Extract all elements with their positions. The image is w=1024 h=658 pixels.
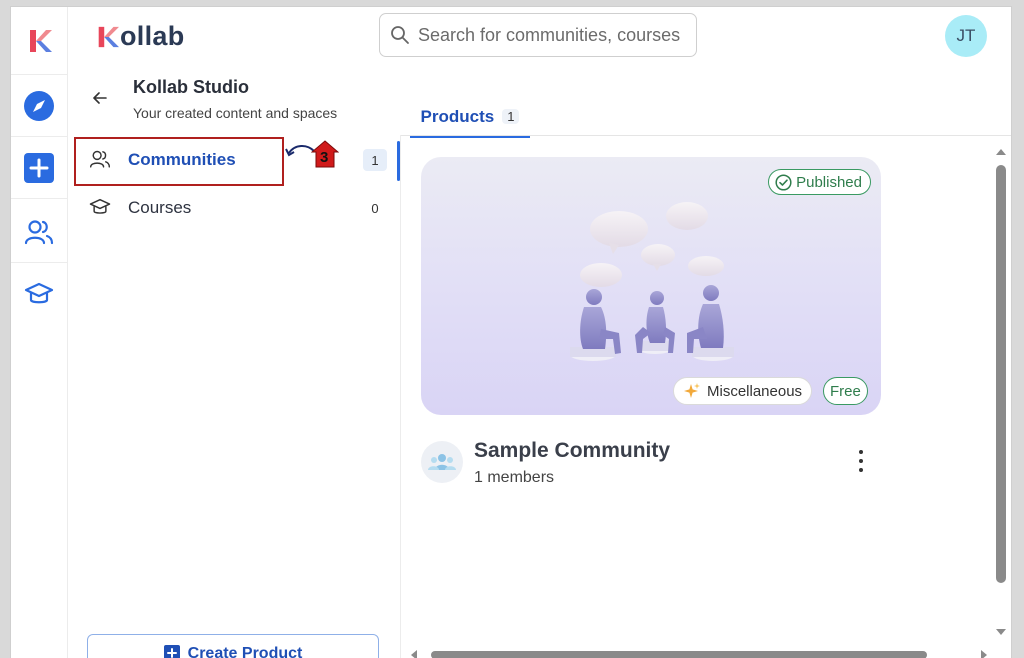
kebab-dot: [859, 468, 863, 472]
nav-item-count: 0: [371, 200, 379, 216]
tab-count: 1: [502, 109, 520, 124]
studio-subtitle: Your created content and spaces: [133, 105, 338, 121]
search-bar[interactable]: [379, 13, 697, 57]
back-button[interactable]: [93, 91, 107, 109]
group-icon: [428, 454, 456, 470]
community-avatar[interactable]: [421, 441, 463, 483]
scroll-down-icon: [996, 629, 1006, 635]
rail-courses[interactable]: [11, 263, 67, 325]
nav-item-label: Courses: [128, 198, 192, 217]
horizontal-scroll-thumb[interactable]: [431, 651, 927, 658]
compass-icon: [24, 90, 54, 121]
icon-rail: [11, 7, 68, 658]
status-badge-label: Published: [796, 173, 862, 191]
tab-divider: [401, 135, 1011, 136]
vertical-scrollbar[interactable]: [993, 145, 1009, 639]
search-input[interactable]: [416, 23, 690, 47]
graduation-cap-icon: [89, 198, 111, 214]
create-product-label: Create Product: [187, 645, 303, 658]
users-icon: [24, 219, 54, 244]
price-badge-label: Free: [830, 382, 861, 400]
tab-products[interactable]: Products 1: [410, 107, 530, 138]
vertical-scroll-thumb[interactable]: [996, 165, 1006, 583]
user-avatar[interactable]: JT: [945, 15, 987, 57]
nav-item-courses[interactable]: Courses 0: [75, 185, 401, 231]
kollab-logo-icon: [30, 29, 52, 52]
graduation-cap-icon: [24, 282, 54, 304]
scroll-left-icon: [411, 650, 417, 658]
scroll-right-icon: [981, 650, 987, 658]
arrow-left-icon: [93, 92, 107, 104]
category-badge: Miscellaneous: [673, 377, 813, 405]
studio-title: Kollab Studio: [133, 77, 249, 97]
kebab-dot: [859, 450, 863, 454]
price-badge: Free: [823, 377, 868, 405]
more-options-button[interactable]: [851, 447, 871, 475]
kebab-dot: [859, 459, 863, 463]
brand-logo-text: ollab: [120, 21, 185, 51]
sparkles-icon: [684, 383, 700, 398]
nav-item-count: 1: [363, 149, 387, 171]
horizontal-scrollbar[interactable]: [407, 647, 997, 658]
rail-create[interactable]: [11, 137, 67, 199]
category-badge-label: Miscellaneous: [707, 382, 803, 400]
rail-explore[interactable]: [11, 75, 67, 137]
community-illustration: [570, 202, 734, 361]
create-product-button[interactable]: Create Product: [87, 634, 379, 658]
annotation-highlight-box: [74, 137, 284, 186]
community-members-count: 1 members: [474, 469, 555, 486]
product-card-image[interactable]: Published Miscellaneous Free: [421, 157, 881, 415]
check-circle-icon: [775, 173, 792, 191]
plus-square-icon: [24, 152, 54, 183]
scroll-up-icon: [996, 149, 1006, 155]
app-window: ollab JT Kollab Studio Your created cont…: [10, 6, 1012, 658]
rail-logo[interactable]: [11, 7, 67, 75]
search-icon: [391, 26, 409, 44]
annotation-step-number: 3: [320, 149, 329, 166]
status-badge: Published: [768, 169, 871, 195]
brand-logo[interactable]: ollab: [95, 21, 185, 52]
community-name[interactable]: Sample Community: [474, 439, 670, 463]
rail-communities[interactable]: [11, 201, 67, 263]
plus-square-icon: [163, 645, 180, 658]
kollab-logo-icon: [98, 26, 119, 47]
panel-divider: [400, 135, 401, 658]
tab-label: Products: [420, 107, 495, 126]
